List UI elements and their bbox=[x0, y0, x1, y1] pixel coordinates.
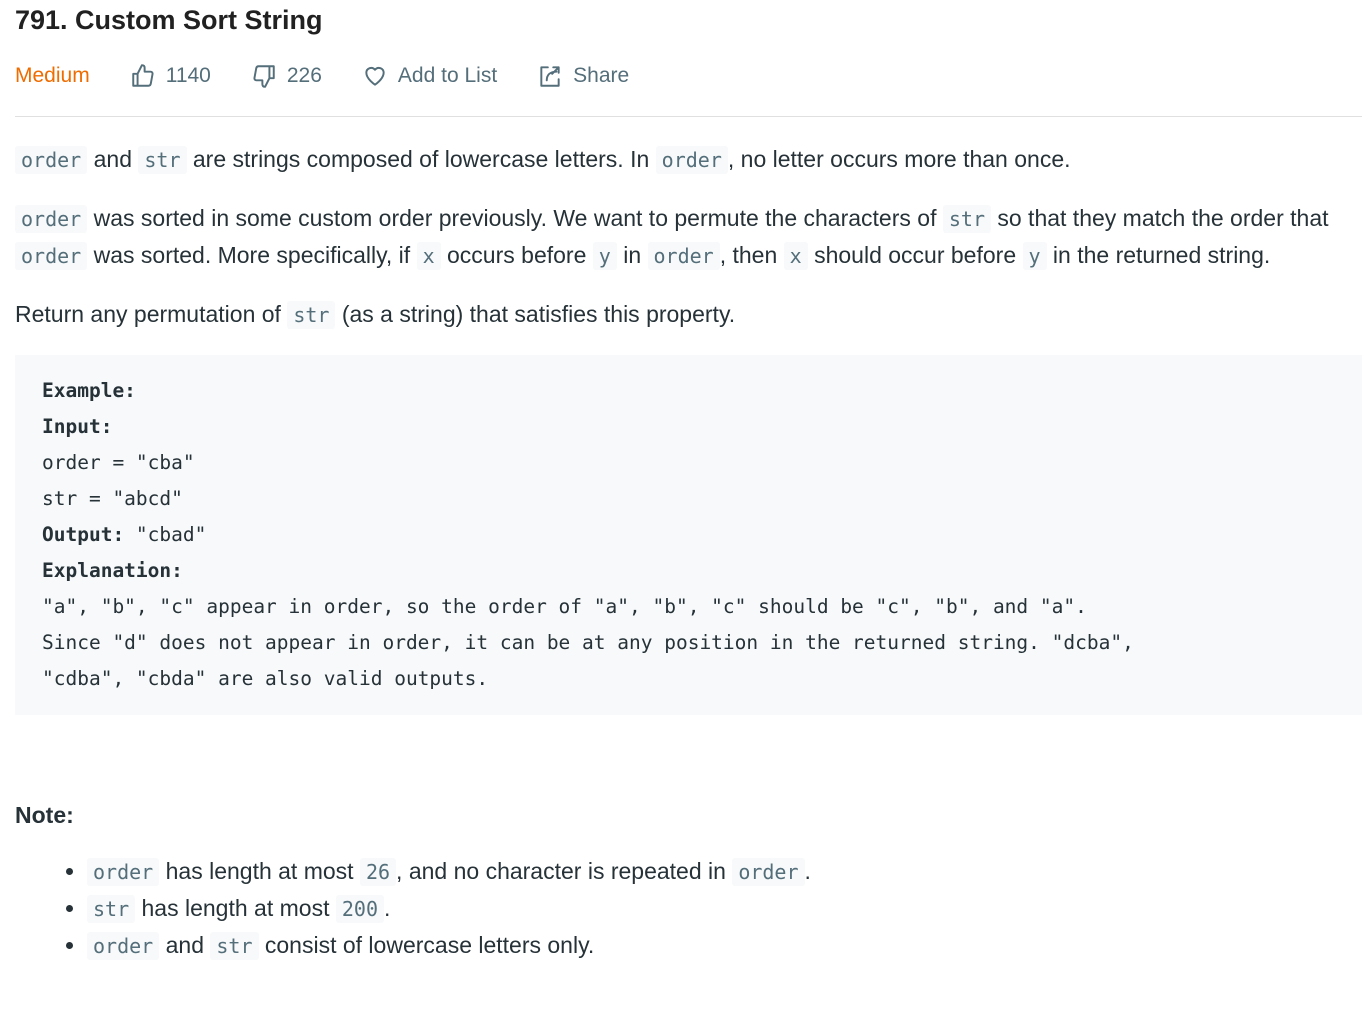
dislike-button[interactable]: 226 bbox=[251, 63, 322, 89]
description-paragraph-3: Return any permutation of str (as a stri… bbox=[15, 296, 1362, 333]
text: are strings composed of lowercase letter… bbox=[186, 146, 656, 172]
text: . bbox=[804, 858, 811, 884]
like-button[interactable]: 1140 bbox=[130, 63, 211, 89]
code-200: 200 bbox=[335, 895, 384, 923]
add-to-list-label: Add to List bbox=[397, 64, 498, 87]
example-block: Example: Input: order = "cba" str = "abc… bbox=[15, 355, 1362, 715]
add-to-list-button[interactable]: Add to List bbox=[362, 63, 497, 89]
note-item: str has length at most 200. bbox=[87, 890, 1362, 927]
input-line-1: order = "cba" bbox=[42, 451, 195, 474]
note-heading: Note: bbox=[15, 802, 74, 828]
explanation-label: Explanation: bbox=[42, 559, 183, 582]
output-value: "cbad" bbox=[124, 523, 207, 546]
like-count: 1140 bbox=[165, 64, 211, 87]
code-y: y bbox=[1022, 242, 1047, 270]
code-str: str bbox=[210, 932, 259, 960]
text: in bbox=[616, 242, 648, 268]
thumbs-up-icon bbox=[131, 64, 154, 87]
input-label: Input: bbox=[42, 415, 113, 438]
code-y: y bbox=[592, 242, 617, 270]
problem-description: order and str are strings composed of lo… bbox=[15, 141, 1362, 964]
text: (as a string) that satisfies this proper… bbox=[335, 301, 736, 327]
text: Return any permutation of bbox=[15, 301, 288, 327]
note-item: order and str consist of lowercase lette… bbox=[87, 927, 1362, 964]
description-paragraph-2: order was sorted in some custom order pr… bbox=[15, 200, 1362, 274]
note-item: order has length at most 26, and no char… bbox=[87, 853, 1362, 890]
example-heading: Example: bbox=[42, 379, 136, 402]
dislike-count: 226 bbox=[286, 64, 322, 87]
explanation-line-1: "a", "b", "c" appear in order, so the or… bbox=[42, 595, 1087, 618]
code-order: order bbox=[15, 242, 88, 270]
text: occurs before bbox=[440, 242, 593, 268]
code-x: x bbox=[416, 242, 441, 270]
text: in the returned string. bbox=[1046, 242, 1271, 268]
code-order: order bbox=[15, 146, 88, 174]
difficulty-badge: Medium bbox=[15, 64, 90, 87]
code-26: 26 bbox=[359, 858, 397, 886]
text: should occur before bbox=[807, 242, 1023, 268]
explanation-line-3: "cdba", "cbda" are also valid outputs. bbox=[42, 667, 489, 690]
code-str: str bbox=[942, 205, 991, 233]
share-label: Share bbox=[573, 64, 630, 87]
problem-meta-bar: Medium 1140 226 Add to List Share bbox=[15, 56, 1362, 96]
code-order: order bbox=[87, 858, 160, 886]
output-label: Output: bbox=[42, 523, 125, 546]
explanation-line-2: Since "d" does not appear in order, it c… bbox=[42, 631, 1134, 654]
text: , and no character is repeated in bbox=[396, 858, 733, 884]
problem-page: 791. Custom Sort String Medium 1140 226 … bbox=[0, 0, 1372, 964]
thumbs-down-icon bbox=[253, 65, 275, 88]
code-order: order bbox=[87, 932, 160, 960]
share-icon bbox=[540, 66, 560, 87]
text: and bbox=[87, 146, 139, 172]
code-str: str bbox=[287, 301, 336, 329]
share-button[interactable]: Share bbox=[537, 63, 629, 89]
text: , then bbox=[719, 242, 784, 268]
code-x: x bbox=[783, 242, 808, 270]
text: has length at most bbox=[135, 895, 336, 921]
code-order: order bbox=[647, 242, 720, 270]
input-line-2: str = "abcd" bbox=[42, 487, 183, 510]
text: was sorted in some custom order previous… bbox=[87, 205, 943, 231]
text: so that they match the order that bbox=[990, 205, 1329, 231]
text: has length at most bbox=[159, 858, 360, 884]
code-str: str bbox=[87, 895, 136, 923]
code-order: order bbox=[655, 146, 728, 174]
description-paragraph-1: order and str are strings composed of lo… bbox=[15, 141, 1362, 178]
text: and bbox=[159, 932, 211, 958]
text: . bbox=[383, 895, 391, 921]
code-order: order bbox=[15, 205, 88, 233]
text: consist of lowercase letters only. bbox=[258, 932, 595, 958]
header-divider bbox=[15, 116, 1362, 117]
note-list: order has length at most 26, and no char… bbox=[15, 853, 1362, 964]
heart-icon bbox=[365, 66, 385, 86]
text: , no letter occurs more than once. bbox=[727, 146, 1071, 172]
code-order: order bbox=[732, 858, 805, 886]
text: was sorted. More specifically, if bbox=[87, 242, 417, 268]
code-str: str bbox=[138, 146, 187, 174]
problem-title: 791. Custom Sort String bbox=[15, 5, 323, 35]
